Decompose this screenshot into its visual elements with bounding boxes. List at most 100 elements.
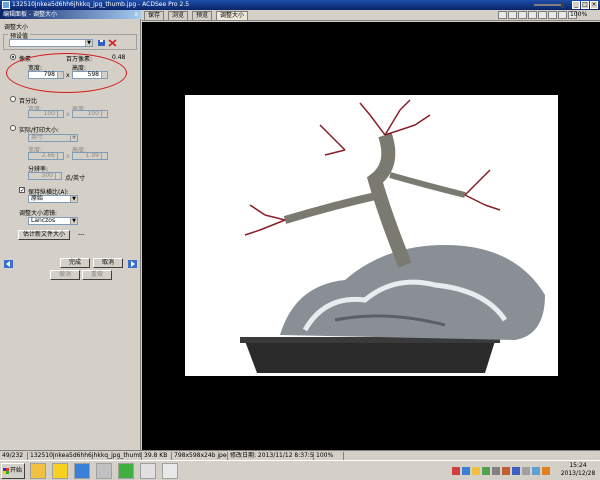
tab-preview[interactable]: 预览	[192, 11, 213, 20]
clock[interactable]: 15:24 2013/12/28	[558, 462, 598, 478]
actual-height-input[interactable]: 1.99	[72, 152, 108, 160]
undo-button[interactable]: 撤消	[50, 270, 80, 280]
maximize-button[interactable]: □	[581, 1, 589, 9]
rotate-icon[interactable]	[558, 11, 567, 19]
tray-volume-icon[interactable]	[492, 467, 500, 475]
tray-network-icon[interactable]	[462, 467, 470, 475]
actual-width-input[interactable]: 2.66	[28, 152, 64, 160]
estimate-size-button[interactable]: 估计新文件大小	[18, 230, 70, 240]
tray-update-icon[interactable]	[482, 467, 490, 475]
next-icon[interactable]	[128, 260, 137, 268]
actual-width-value: 2.66	[41, 152, 55, 159]
start-button[interactable]: 开始	[1, 463, 25, 479]
spinner-icon[interactable]	[101, 111, 107, 117]
zoom-out-icon[interactable]	[528, 11, 537, 19]
tab-label: 浏览	[172, 12, 185, 19]
tray-input-icon[interactable]	[512, 467, 520, 475]
browser-360-icon[interactable]	[118, 463, 134, 479]
unit-select[interactable]: 英寸 ▼	[28, 134, 78, 142]
chevron-down-icon: ▼	[85, 40, 92, 46]
tray-qq-icon[interactable]	[472, 467, 480, 475]
status-index: 49/232	[0, 452, 28, 460]
spinner-icon[interactable]	[55, 173, 61, 179]
tray-display-icon[interactable]	[522, 467, 530, 475]
ie-icon[interactable]	[74, 463, 90, 479]
status-filesize: 39.8 KB	[142, 452, 172, 460]
tray-cloud-icon[interactable]	[532, 467, 540, 475]
close-button[interactable]: ×	[590, 1, 598, 9]
view-tab-bar: 保存 浏览 预览 调整大小	[142, 10, 600, 21]
preset-group: 预设值 ▼	[3, 31, 137, 50]
tab-browse[interactable]: 浏览	[168, 11, 189, 20]
view-icon[interactable]	[498, 11, 507, 19]
tab-label: 预览	[196, 12, 209, 19]
folder-icon[interactable]	[30, 463, 46, 479]
acdsee-task-icon[interactable]	[162, 463, 178, 479]
window-title: 132510jnkea5d6hh6jhkkq_jpg_thumb.jpg - A…	[12, 1, 190, 8]
actual-size-icon[interactable]	[538, 11, 547, 19]
previous-icon[interactable]	[4, 260, 13, 268]
done-button[interactable]: 完成	[60, 258, 90, 268]
aspect-select[interactable]: 原始 ▼	[28, 195, 78, 203]
section-title: 调整大小	[4, 24, 29, 31]
percent-height-input[interactable]: 100	[72, 110, 108, 118]
panel-close-button[interactable]: x	[134, 10, 138, 19]
spinner-icon[interactable]	[57, 111, 63, 117]
taskbar: 开始 15:24 2013/12/28	[0, 460, 600, 480]
chevron-down-icon: ▼	[70, 218, 77, 224]
keep-aspect-checkbox[interactable]: ✓	[19, 187, 25, 194]
tab-resize[interactable]: 调整大小	[216, 11, 249, 20]
status-dimensions: 798x598x24b jpeg	[174, 452, 228, 460]
tray-app-icon[interactable]	[502, 467, 510, 475]
fit-icon[interactable]	[508, 11, 517, 19]
zoom-value: 100%	[570, 11, 588, 18]
clock-date: 2013/12/28	[560, 470, 596, 477]
resolution-unit: 点/英寸	[65, 175, 86, 182]
resolution-input[interactable]: 300	[28, 172, 62, 180]
full-screen-icon[interactable]	[548, 11, 557, 19]
pixels-radio[interactable]	[10, 54, 16, 60]
tray-security-icon[interactable]	[452, 467, 460, 475]
actual-height-value: 1.99	[85, 152, 99, 159]
filter-label: 调整大小滤镜:	[19, 210, 58, 217]
panel-header: 编辑面板 - 调整大小 x	[0, 10, 141, 19]
percent-width-value: 100	[43, 110, 55, 117]
actual-times: x	[66, 153, 70, 160]
percent-times: x	[66, 111, 70, 118]
minimize-button[interactable]: _	[572, 1, 580, 9]
zoom-slider-thumb[interactable]	[561, 2, 564, 8]
spinner-icon[interactable]	[57, 153, 63, 159]
cancel-button[interactable]: 取消	[93, 258, 123, 268]
redo-button[interactable]: 重做	[82, 270, 112, 280]
percent-height-value: 100	[87, 110, 99, 117]
status-zoom: 100%	[314, 452, 344, 460]
tab-save[interactable]: 保存	[144, 11, 165, 20]
percent-radio[interactable]	[10, 96, 16, 102]
document-icon[interactable]	[140, 463, 156, 479]
status-bar: 49/232 132510jnkea5d6hh6jhkkq_jpg_thumb.…	[0, 450, 600, 460]
preset-select[interactable]: ▼	[9, 39, 93, 47]
edit-panel: 编辑面板 - 调整大小 x 调整大小 预设值 ▼ 像素 百万像素: 0.48 宽…	[0, 10, 141, 450]
percent-width-input[interactable]: 100	[28, 110, 64, 118]
delete-preset-icon[interactable]	[108, 39, 117, 47]
media-player-icon[interactable]	[96, 463, 112, 479]
estimate-value: ---	[78, 231, 85, 238]
spinner-icon[interactable]	[101, 153, 107, 159]
filter-value: Lanczos	[31, 217, 56, 224]
bonsai-photo	[185, 95, 558, 376]
qq-icon[interactable]	[52, 463, 68, 479]
annotation-circle	[6, 53, 127, 93]
actual-size-radio[interactable]	[10, 125, 16, 131]
zoom-slider[interactable]	[534, 2, 564, 8]
aspect-value: 原始	[31, 195, 44, 202]
start-label: 开始	[10, 467, 23, 474]
zoom-in-icon[interactable]	[518, 11, 527, 19]
title-bar: 132510jnkea5d6hh6jhkkq_jpg_thumb.jpg - A…	[0, 0, 600, 10]
filter-select[interactable]: Lanczos ▼	[28, 217, 78, 225]
acdsee-app-icon[interactable]	[2, 1, 10, 9]
resolution-value: 300	[41, 172, 53, 179]
bonsai-image	[240, 99, 545, 373]
actual-size-radio-label: 实际/打印大小:	[19, 127, 60, 134]
save-preset-icon[interactable]	[97, 39, 106, 47]
tray-alert-icon[interactable]	[542, 467, 550, 475]
